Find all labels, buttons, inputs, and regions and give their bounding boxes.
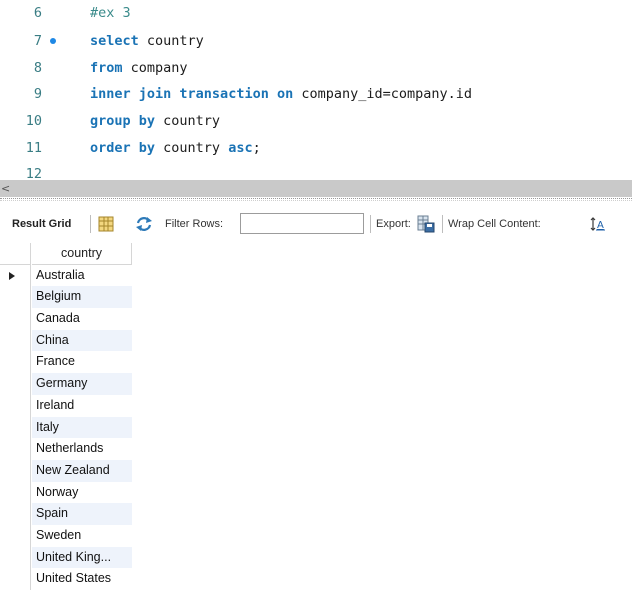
editor-line: 12 bbox=[0, 163, 632, 180]
table-cell-country[interactable]: Belgium bbox=[32, 286, 132, 309]
table-cell-country[interactable]: United King... bbox=[32, 546, 132, 569]
line-number: 12 bbox=[25, 166, 42, 180]
toolbar-separator bbox=[90, 215, 91, 233]
column-header-country[interactable]: country bbox=[32, 243, 132, 265]
row-selector[interactable] bbox=[0, 438, 31, 460]
code-rest: ; bbox=[252, 140, 261, 156]
filter-rows-input[interactable] bbox=[240, 213, 364, 234]
line-number: 11 bbox=[25, 140, 42, 156]
row-selector[interactable] bbox=[0, 264, 31, 287]
table-cell-country[interactable]: United States bbox=[32, 568, 132, 590]
wrap-text-icon[interactable]: A bbox=[590, 216, 606, 235]
filter-rows-label: Filter Rows: bbox=[165, 218, 224, 230]
editor-line: 8 from company bbox=[0, 57, 632, 79]
row-selector[interactable] bbox=[0, 286, 31, 309]
line-number: 9 bbox=[33, 86, 42, 102]
table-cell-country[interactable]: Sweden bbox=[32, 525, 132, 547]
wrap-cell-content-label: Wrap Cell Content: bbox=[448, 218, 541, 230]
current-row-arrow-icon bbox=[9, 271, 15, 280]
row-selector[interactable] bbox=[0, 503, 31, 525]
code-rest bbox=[269, 86, 277, 102]
splitter-divider-inner bbox=[0, 200, 632, 201]
row-selector[interactable] bbox=[0, 481, 31, 504]
table-cell-country[interactable]: France bbox=[32, 351, 132, 373]
editor-line: 11 order by country asc; bbox=[0, 137, 632, 159]
table-cell-country[interactable]: Canada bbox=[32, 308, 132, 330]
scroll-left-arrow-icon[interactable]: < bbox=[1, 180, 10, 197]
line-number: 10 bbox=[25, 113, 42, 129]
code-keyword: from bbox=[90, 60, 123, 76]
table-cell-country[interactable]: Italy bbox=[32, 416, 132, 439]
row-selector[interactable] bbox=[0, 351, 31, 374]
code-keyword: order by bbox=[90, 140, 156, 156]
code-rest: company_id=company.id bbox=[293, 86, 473, 102]
code-keyword: inner join bbox=[90, 86, 172, 102]
editor-horizontal-scrollbar[interactable]: < bbox=[0, 180, 632, 197]
export-icon[interactable] bbox=[417, 215, 435, 236]
code-text: group by country bbox=[90, 110, 220, 132]
editor-line: 10 group by country bbox=[0, 110, 632, 132]
splitter-divider[interactable] bbox=[0, 198, 632, 199]
code-rest: country bbox=[155, 113, 221, 129]
code-comment: #ex 3 bbox=[90, 5, 131, 21]
code-text: select country bbox=[90, 30, 204, 52]
statement-marker-icon bbox=[50, 38, 56, 44]
code-rest: country bbox=[138, 33, 204, 49]
code-text: inner join transaction on company_id=com… bbox=[90, 83, 472, 105]
row-selector[interactable] bbox=[0, 329, 31, 352]
code-keyword: select bbox=[90, 33, 139, 49]
line-number: 7 bbox=[33, 33, 42, 49]
grid-view-icon[interactable] bbox=[98, 216, 114, 235]
code-rest: company bbox=[122, 60, 188, 76]
row-selector[interactable] bbox=[0, 394, 31, 417]
toolbar-separator bbox=[442, 215, 443, 233]
table-cell-country[interactable]: Germany bbox=[32, 373, 132, 395]
svg-text:A: A bbox=[597, 220, 604, 231]
result-grid-tab[interactable]: Result Grid bbox=[12, 205, 71, 243]
table-cell-country[interactable]: Norway bbox=[32, 482, 132, 504]
code-keyword: on bbox=[276, 86, 294, 102]
code-text: from company bbox=[90, 57, 188, 79]
sql-editor[interactable]: 6 #ex 3 7 select country 8 from company … bbox=[0, 0, 632, 180]
row-header-gutter bbox=[0, 243, 31, 265]
toolbar-separator bbox=[370, 215, 371, 233]
row-selector[interactable] bbox=[0, 308, 31, 330]
row-selector[interactable] bbox=[0, 524, 31, 547]
row-selector[interactable] bbox=[0, 416, 31, 439]
editor-line: 9 inner join transaction on company_id=c… bbox=[0, 83, 632, 105]
code-keyword: transaction bbox=[179, 86, 269, 102]
table-cell-country[interactable]: China bbox=[32, 329, 132, 352]
row-selector[interactable] bbox=[0, 373, 31, 395]
table-cell-country[interactable]: New Zealand bbox=[32, 459, 132, 482]
editor-line: 6 #ex 3 bbox=[0, 2, 632, 24]
editor-line: 7 select country bbox=[0, 30, 632, 52]
code-text: order by country asc; bbox=[90, 137, 261, 159]
row-selector[interactable] bbox=[0, 568, 31, 590]
code-keyword: asc bbox=[228, 140, 253, 156]
row-selector[interactable] bbox=[0, 546, 31, 569]
table-cell-country[interactable]: Ireland bbox=[32, 395, 132, 417]
row-selector[interactable] bbox=[0, 459, 31, 482]
table-cell-country[interactable]: Netherlands bbox=[32, 438, 132, 460]
line-number: 6 bbox=[33, 5, 42, 21]
code-rest: country bbox=[155, 140, 229, 156]
code-keyword: group by bbox=[90, 113, 156, 129]
line-number: 8 bbox=[33, 60, 42, 76]
table-cell-country[interactable]: Australia bbox=[32, 265, 132, 287]
table-cell-country[interactable]: Spain bbox=[32, 503, 132, 525]
refresh-icon[interactable] bbox=[135, 216, 153, 235]
result-toolbar: Result Grid Filter Rows: Export: Wrap Ce… bbox=[0, 205, 632, 243]
export-label: Export: bbox=[376, 218, 411, 230]
